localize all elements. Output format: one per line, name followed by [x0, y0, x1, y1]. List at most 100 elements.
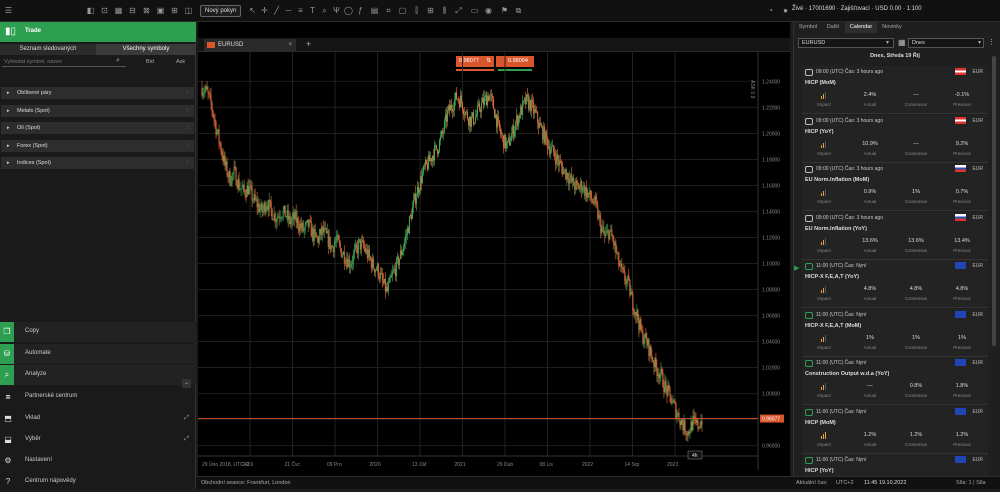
more-icon[interactable]: ⋮ [185, 105, 191, 118]
screenshot-icon[interactable]: ⌗ [384, 6, 393, 15]
toolbar-icon-7[interactable]: ⊞ [170, 6, 179, 15]
candle-body [337, 235, 339, 240]
horizontal-line-icon[interactable]: ─ [284, 6, 293, 15]
calendar-event[interactable]: 09:00 (UTC) Čas: 3 hours ago EUR HICP (MoM… [802, 66, 988, 114]
toolbar-icon-8[interactable]: ◫ [184, 6, 193, 15]
more-icon[interactable]: ⋮ [185, 157, 191, 170]
fib-icon[interactable]: Ψ [332, 6, 341, 15]
nav-item-partner[interactable]: ⧈ Partnerské centrum [0, 387, 196, 407]
candle-body [507, 140, 509, 143]
toolbar-icon-2[interactable]: ⊡ [100, 6, 109, 15]
period-icon[interactable]: ▭ [470, 6, 479, 15]
more-icon[interactable]: ⋮ [185, 87, 191, 100]
channel-icon[interactable]: ≡ [296, 6, 305, 15]
tab-all-symbols[interactable]: Všechny symboly [96, 44, 196, 55]
symbol-group[interactable]: ▸ Oblíbené páry ⋮ [1, 87, 194, 100]
tab-novinky[interactable]: Novinky [878, 22, 906, 33]
indicator-icon[interactable]: ⫿ [412, 6, 421, 15]
symbol-group[interactable]: ▸ Metals (Spot) ⋮ [1, 104, 194, 118]
menu-icon[interactable]: ☰ [4, 6, 13, 15]
toolbar-icon-1[interactable]: ◧ [86, 6, 95, 15]
tab-watchlist[interactable]: Seznam sledovaných [0, 44, 96, 55]
toolbar-icon-3[interactable]: ▦ [114, 6, 123, 15]
calendar-event[interactable]: 11:00 (UTC) Čas: Nyní EUR HICP-X F,E,A,T (… [802, 260, 988, 308]
calendar-event[interactable]: 09:00 (UTC) Čas: 3 hours ago EUR EU Norm.I… [802, 163, 988, 211]
candle-body [468, 119, 470, 126]
impact-bars-icon [806, 189, 842, 196]
add-tab-icon[interactable]: + [306, 39, 311, 49]
period-select[interactable]: Dnes [908, 38, 984, 48]
calendar-event[interactable]: 11:00 (UTC) Čas: NyníEURHICP (YoY)Impact… [802, 454, 988, 478]
calendar-event[interactable]: 09:00 (UTC) Čas: 3 hours ago EUR HICP (YoY… [802, 114, 988, 163]
nav-item-deposit[interactable]: ⬒ Vklad ⤢ [0, 409, 196, 429]
calendar-event[interactable]: 11:00 (UTC) Čas: Nyní EUR HICP-X F,E,A,T (… [802, 308, 988, 357]
fundamentals-icon[interactable]: ƒ [356, 6, 365, 15]
symbol-group[interactable]: ▸ Indices (Spot) ⋮ [1, 157, 194, 170]
more-icon[interactable]: ⋮ [185, 122, 191, 135]
calendar-event[interactable]: 11:00 (UTC) Čas: Nyní EUR HICP (MoM) 1.2% 1.… [802, 405, 988, 454]
candle-body [453, 109, 455, 112]
link-icon[interactable]: ⧉ [514, 6, 523, 15]
candle-body [567, 172, 569, 180]
more-icon[interactable]: ⋮ [988, 38, 995, 46]
candle-body [665, 381, 667, 387]
candle-body [609, 230, 611, 240]
candle-body [316, 236, 318, 238]
y-tick-label: 1.14000 [762, 209, 780, 215]
nav-item-copy[interactable]: ❐ Copy [0, 322, 196, 342]
nav-item-settings[interactable]: ⚙ Nastavení [0, 451, 196, 471]
trendline-icon[interactable]: ╱ [272, 6, 281, 15]
scrollbar[interactable] [992, 56, 996, 346]
symbol-select[interactable]: EURUSD [798, 38, 894, 48]
crosshair-icon[interactable]: ✛ [260, 6, 269, 15]
notifications-icon[interactable]: ◔ [766, 6, 775, 15]
calendar-event[interactable]: 11:00 (UTC) Čas: Nyní EUR Construction Out… [802, 357, 988, 405]
cursor-icon[interactable]: ↖ [248, 6, 257, 15]
tab-eurusd[interactable]: EURUSD × [204, 39, 296, 51]
collapse-icon[interactable]: ⌄ [182, 379, 191, 388]
tab-close-icon[interactable]: × [288, 39, 292, 51]
event-currency: EUR [972, 360, 983, 366]
search-icon[interactable]: ⌕ [116, 57, 120, 65]
more-icon[interactable]: ⋮ [185, 140, 191, 153]
calendar-event[interactable]: 09:00 (UTC) Čas: 3 hours ago EUR EU Norm.I… [802, 211, 988, 260]
candle-body [449, 104, 451, 111]
camera-icon[interactable]: ◉ [484, 6, 493, 15]
toolbar-icon-4[interactable]: ⊟ [128, 6, 137, 15]
columns-icon[interactable]: ⫼ [440, 6, 449, 15]
candle-body [429, 158, 431, 162]
toolbar-icon-6[interactable]: ▣ [156, 6, 165, 15]
nav-item-automate[interactable]: ⛁ Automate [0, 344, 196, 364]
status-timezone[interactable]: UTC+2 [836, 477, 854, 489]
tab-další[interactable]: Další [821, 22, 845, 33]
template-icon[interactable]: ▢ [398, 6, 407, 15]
tab-calendar[interactable]: Calendar [845, 22, 877, 33]
new-order-button[interactable]: Nový pokyn [200, 5, 242, 17]
axis-top-label: ASK 0.9 [749, 80, 755, 99]
alert-icon[interactable]: ⚑ [500, 6, 509, 15]
account-info[interactable]: Živé · 17001690 · Zajišťovací · USD 0.00… [792, 6, 922, 12]
candle-body [498, 116, 500, 121]
candle-body [291, 217, 293, 221]
grid-icon[interactable]: ⊞ [426, 6, 435, 15]
price-chart[interactable]: 1.24000 1.22000 1.20000 1.18000 1.16000 1.140… [198, 52, 790, 476]
trade-section-header[interactable]: ▮▯ Trade [0, 22, 196, 42]
calendar-icon[interactable]: ▦ [898, 38, 906, 47]
nav-item-help[interactable]: ? Centrum nápovědy [0, 472, 196, 492]
zoom-icon[interactable]: ⌕ [320, 6, 329, 15]
candle-body [693, 416, 695, 418]
toolbar-icon-5[interactable]: ⊠ [142, 6, 151, 15]
candle-body [482, 98, 484, 103]
nav-item-analyze[interactable]: ⌕ Analyze [0, 365, 196, 385]
candle-body [292, 213, 294, 218]
symbol-group[interactable]: ▸ Oil (Spot) ⋮ [1, 122, 194, 135]
tab-symbol[interactable]: Symbol [796, 22, 820, 33]
layout-icon[interactable]: ▤ [370, 6, 379, 15]
text-icon[interactable]: T [308, 6, 317, 15]
shapes-icon[interactable]: ◯ [344, 6, 353, 15]
symbol-search-input[interactable]: Vyhledat symbol, název [2, 57, 126, 67]
fullscreen-icon[interactable]: ⤢ [454, 6, 463, 15]
symbol-group[interactable]: ▸ Forex (Spot) ⋮ [1, 139, 194, 153]
event-title: HICP (YoY) [805, 128, 834, 135]
nav-item-withdraw[interactable]: ⬓ Výběr ⤢ [0, 430, 196, 450]
